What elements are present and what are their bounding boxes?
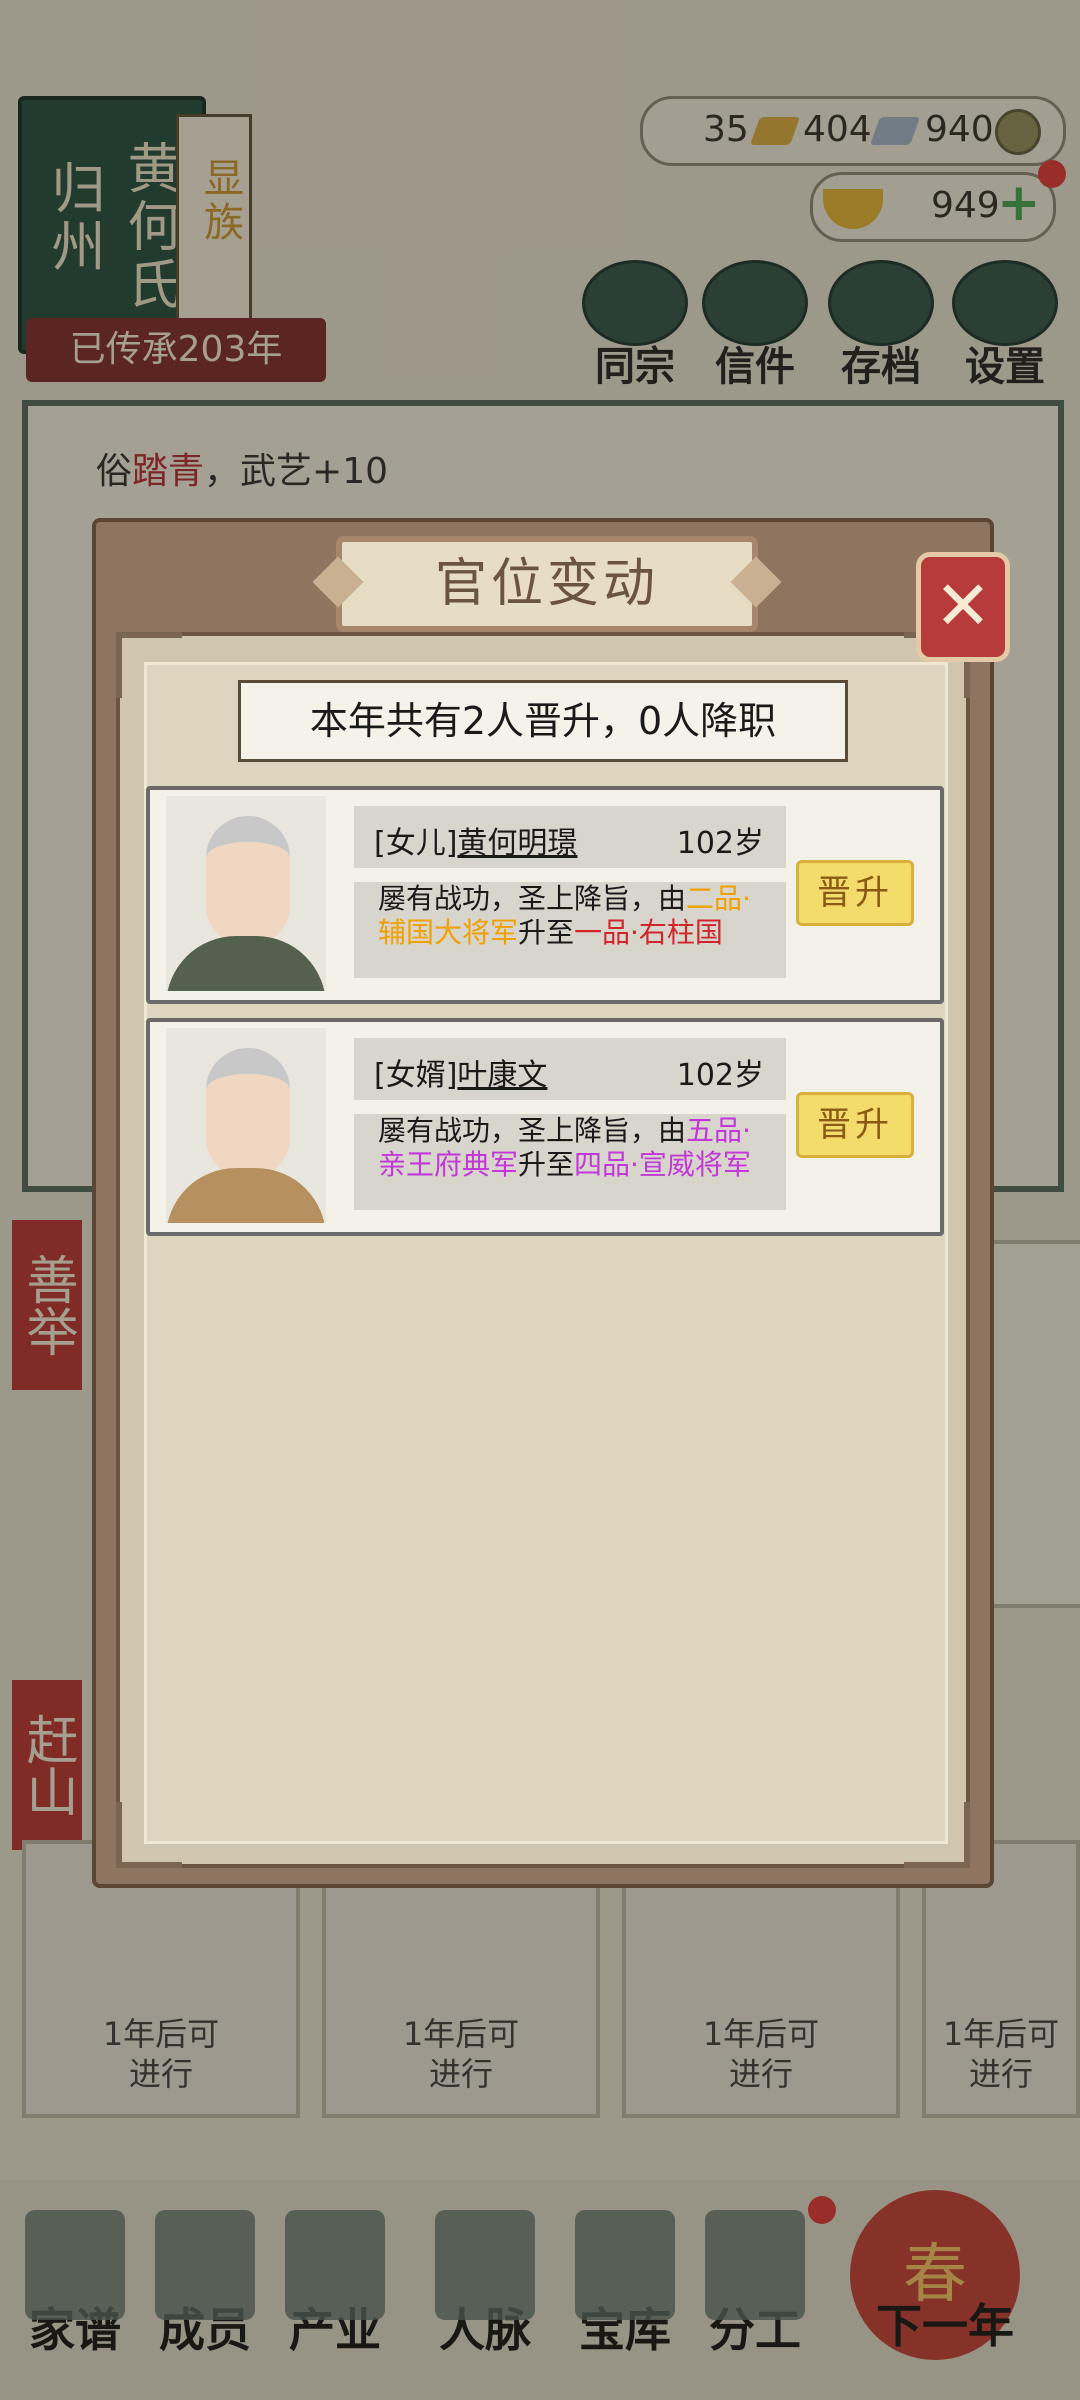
rank-change-entry[interactable]: [女儿]黄何明璟 102岁 屡有战功，圣上降旨，由二品·辅国大将军升至一品·右柱… — [146, 786, 944, 1004]
corner-ornament — [116, 632, 182, 698]
member-name[interactable]: 叶康文 — [457, 1058, 547, 1093]
to-rank: 四品·宣威将军 — [574, 1148, 751, 1181]
avatar-body — [166, 1168, 326, 1223]
portrait-avatar — [166, 796, 326, 991]
avatar-head — [206, 1048, 290, 1178]
promotion-badge: 晋升 — [796, 1092, 914, 1158]
promotion-description: 屡有战功，圣上降旨，由二品·辅国大将军升至一品·右柱国 — [378, 882, 778, 950]
desc-text: 升至 — [518, 916, 575, 949]
avatar-body — [166, 936, 326, 991]
to-rank: 一品·右柱国 — [574, 916, 723, 949]
portrait-avatar — [166, 1028, 326, 1223]
promotion-description: 屡有战功，圣上降旨，由五品·亲王府典军升至四品·宣威将军 — [378, 1114, 778, 1182]
member-age: 102岁 — [676, 826, 764, 861]
close-icon: ✕ — [934, 567, 992, 646]
desc-text: 屡有战功，圣上降旨，由 — [378, 882, 687, 915]
corner-ornament — [904, 1802, 970, 1868]
member-name-line: [女儿]黄何明璟 — [374, 818, 577, 862]
promotion-description-bar: 屡有战功，圣上降旨，由二品·辅国大将军升至一品·右柱国 — [354, 882, 786, 978]
member-info-bar: [女儿]黄何明璟 102岁 — [354, 806, 786, 868]
dialog-title-plate: 官位变动 — [312, 536, 782, 632]
desc-text: 升至 — [518, 1148, 575, 1181]
corner-ornament — [116, 1802, 182, 1868]
member-age: 102岁 — [676, 1058, 764, 1093]
rank-change-entry[interactable]: [女婿]叶康文 102岁 屡有战功，圣上降旨，由五品·亲王府典军升至四品·宣威将… — [146, 1018, 944, 1236]
desc-text: 屡有战功，圣上降旨，由 — [378, 1114, 687, 1147]
promotion-description-bar: 屡有战功，圣上降旨，由五品·亲王府典军升至四品·宣威将军 — [354, 1114, 786, 1210]
member-info-bar: [女婿]叶康文 102岁 — [354, 1038, 786, 1100]
member-relation: [女婿] — [374, 1058, 458, 1093]
member-relation: [女儿] — [374, 826, 458, 861]
dialog-title: 官位变动 — [434, 554, 659, 614]
avatar-head — [206, 816, 290, 946]
member-name-line: [女婿]叶康文 — [374, 1050, 547, 1094]
promotion-summary: 本年共有2人晋升，0人降职 — [238, 680, 848, 762]
member-name[interactable]: 黄何明璟 — [457, 826, 577, 861]
close-button[interactable]: ✕ — [916, 552, 1010, 662]
promotion-badge: 晋升 — [796, 860, 914, 926]
